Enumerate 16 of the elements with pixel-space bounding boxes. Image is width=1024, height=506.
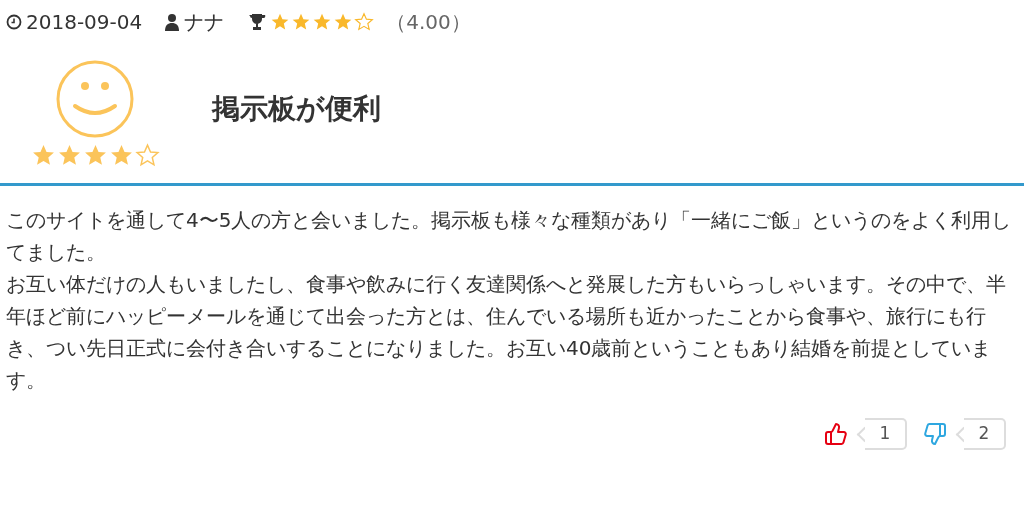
review-title: 掲示板が便利 [212, 90, 381, 127]
thumbs-up-icon[interactable] [824, 422, 848, 446]
empty-star-icon [354, 12, 375, 32]
user-icon [164, 13, 181, 31]
vote-count: 1 [858, 418, 907, 450]
review-date: 2018-09-04 [26, 9, 143, 36]
empty-star-icon [134, 143, 160, 168]
trophy-icon [248, 13, 267, 31]
thumbs-down-icon[interactable] [923, 422, 947, 446]
review-paragraph: お互い体だけの人もいましたし、食事や飲みに行く友達関係へと発展した方もいらっしゃいます。その中で、半年ほど前にハッピーメールを通じて出会った方とは、住んでいる場所も近かったことから食事や、旅行にも行き、つい先日正式に会付き合いすることになりました。お互い40歳前ということもあり結婚を前提としています。 [6, 271, 1007, 394]
clock-icon [6, 14, 22, 30]
review-paragraph: このサイトを通して4〜5人の方と会いました。掲示板も様々な種類があり「一緒にご飯」というのをよく利用してました。 [6, 207, 1013, 266]
rating-score: （4.00） [386, 9, 471, 36]
smiley-icon [55, 59, 135, 139]
vote-count: 2 [957, 418, 1006, 450]
author-name: ナナ [184, 9, 225, 36]
